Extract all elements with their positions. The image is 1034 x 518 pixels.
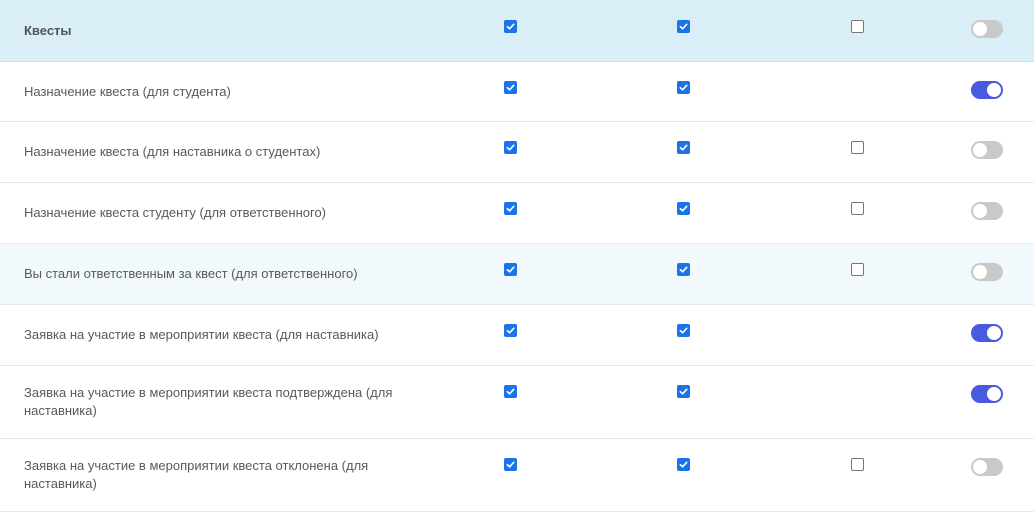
checkbox-col2[interactable] <box>677 458 690 471</box>
checkbox-col3[interactable] <box>851 458 864 471</box>
checkbox-col2[interactable] <box>677 81 690 94</box>
row-label: Вы стали ответственным за квест (для отв… <box>24 266 358 281</box>
table-row: Заявка на участие в мероприятии квеста п… <box>0 366 1034 439</box>
toggle-switch[interactable] <box>971 202 1003 220</box>
toggle-knob <box>973 143 987 157</box>
checkbox-col2[interactable] <box>677 385 690 398</box>
row-label: Заявка на участие в мероприятии квеста о… <box>24 458 369 491</box>
checkbox-col1[interactable] <box>504 385 517 398</box>
row-label: Назначение квеста (для студента) <box>24 83 231 99</box>
checkbox-col2[interactable] <box>677 141 690 154</box>
checkbox-col1[interactable] <box>504 81 517 94</box>
checkbox-col3[interactable] <box>851 263 864 276</box>
toggle-switch[interactable] <box>971 458 1003 476</box>
checkbox-col1[interactable] <box>504 20 517 33</box>
toggle-knob <box>973 265 987 279</box>
table-row: Назначение квеста (для студента) <box>0 62 1034 122</box>
toggle-knob <box>973 204 987 218</box>
table-row-header: Квесты <box>0 0 1034 62</box>
table-row: Заявка на участие в мероприятии квеста о… <box>0 439 1034 512</box>
toggle-knob <box>973 460 987 474</box>
toggle-knob <box>987 326 1001 340</box>
toggle-switch[interactable] <box>971 81 1003 99</box>
toggle-switch[interactable] <box>971 20 1003 38</box>
table-row: Заявка на участие в мероприятии квеста (… <box>0 305 1034 366</box>
table-row: Назначение квеста (для наставника о студ… <box>0 122 1034 183</box>
checkbox-col2[interactable] <box>677 20 690 33</box>
checkbox-col2[interactable] <box>677 263 690 276</box>
toggle-knob <box>987 387 1001 401</box>
toggle-knob <box>973 22 987 36</box>
row-label: Квесты <box>24 22 72 38</box>
toggle-switch[interactable] <box>971 263 1003 281</box>
toggle-switch[interactable] <box>971 324 1003 342</box>
checkbox-col2[interactable] <box>677 324 690 337</box>
checkbox-col3[interactable] <box>851 202 864 215</box>
checkbox-col2[interactable] <box>677 202 690 215</box>
checkbox-col1[interactable] <box>504 202 517 215</box>
checkbox-col1[interactable] <box>504 141 517 154</box>
checkbox-col3[interactable] <box>851 20 864 33</box>
checkbox-col1[interactable] <box>504 458 517 471</box>
toggle-switch[interactable] <box>971 141 1003 159</box>
toggle-knob <box>987 83 1001 97</box>
table-row: Вы стали ответственным за квест (для отв… <box>0 244 1034 305</box>
checkbox-col3[interactable] <box>851 141 864 154</box>
row-label: Назначение квеста (для наставника о студ… <box>24 144 321 159</box>
checkbox-col1[interactable] <box>504 324 517 337</box>
row-label: Заявка на участие в мероприятии квеста п… <box>24 385 393 418</box>
toggle-switch[interactable] <box>971 385 1003 403</box>
checkbox-col1[interactable] <box>504 263 517 276</box>
table-row: Назначение квеста студенту (для ответств… <box>0 183 1034 244</box>
row-label: Заявка на участие в мероприятии квеста (… <box>24 327 379 342</box>
row-label: Назначение квеста студенту (для ответств… <box>24 205 327 220</box>
